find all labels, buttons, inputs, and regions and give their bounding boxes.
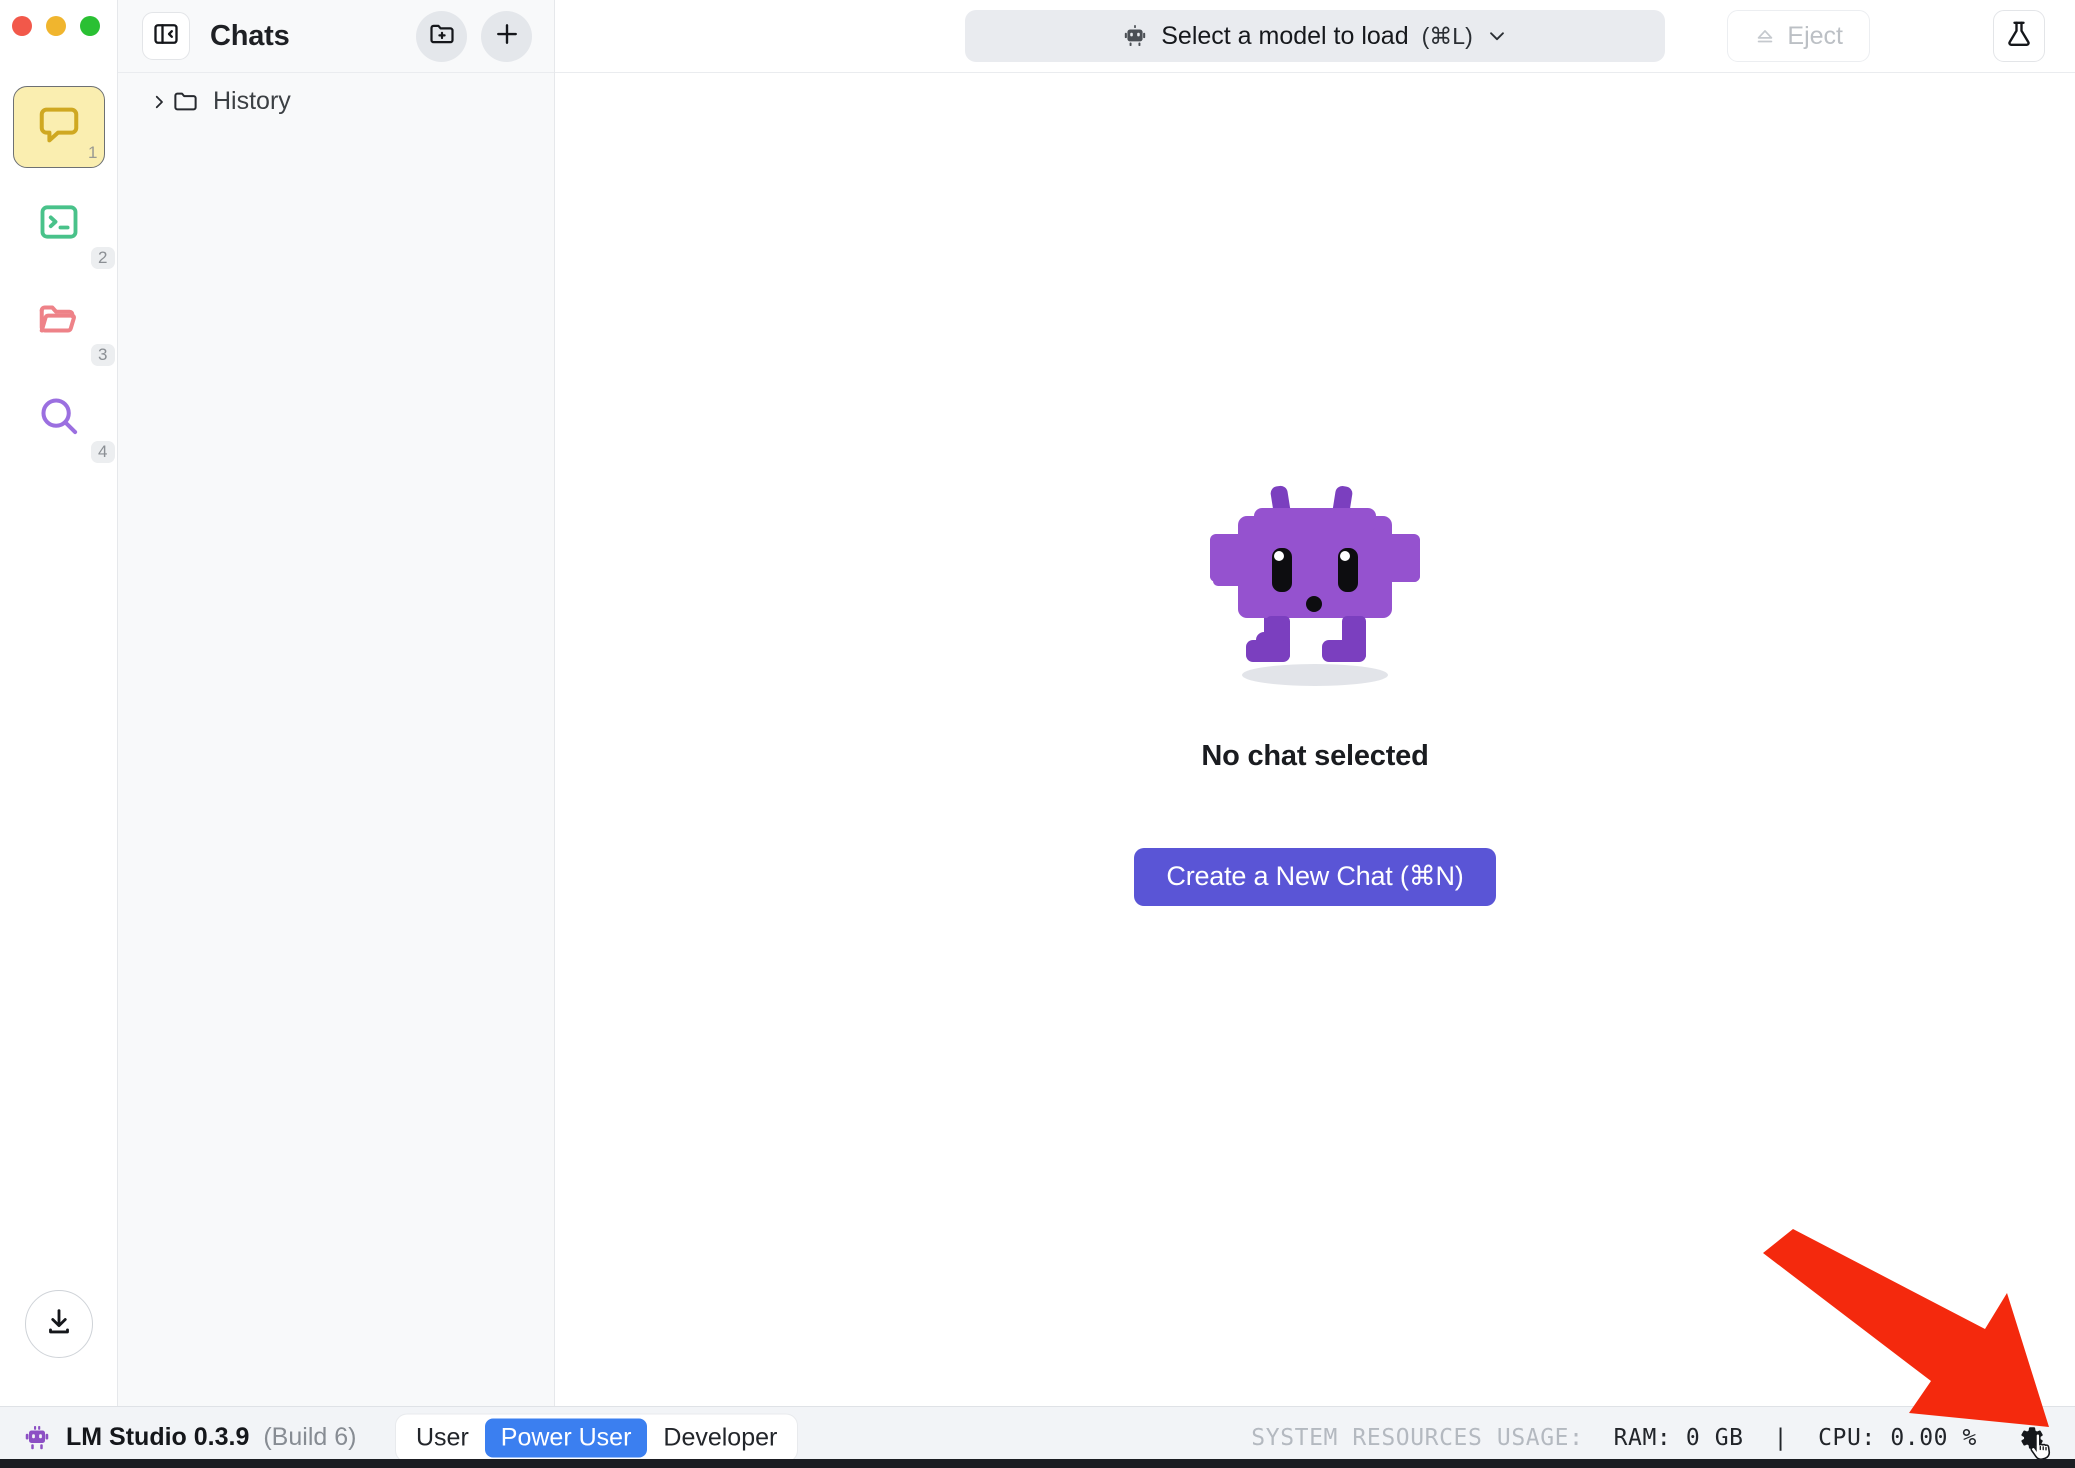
sidebar-item-my-models[interactable]: 3 (13, 280, 115, 366)
rail-badge-developer: 2 (91, 247, 115, 269)
search-icon (36, 393, 82, 444)
mode-segmented-control[interactable]: User Power User Developer (396, 1414, 798, 1461)
mode-option-user[interactable]: User (400, 1418, 485, 1457)
ram-usage-value: RAM: 0 GB (1613, 1424, 1744, 1451)
window-body: 1 2 3 4 Chats History Select a model to … (0, 0, 2075, 1406)
eject-icon (1754, 25, 1776, 47)
rail-badge-chat: 1 (88, 143, 98, 162)
new-folder-button[interactable] (416, 10, 467, 62)
download-icon (42, 1305, 76, 1344)
main-content: Select a model to load (⌘L) Eject No cha… (555, 0, 2075, 1406)
empty-state: No chat selected Create a New Chat (⌘N) (555, 73, 2075, 1406)
chevron-right-icon[interactable] (146, 93, 172, 111)
lm-studio-window: 1 2 3 4 Chats History Select a model to … (0, 0, 2075, 1468)
app-version-label: LM Studio 0.3.9 (66, 1423, 250, 1451)
plus-icon (492, 19, 522, 54)
folder-icon (172, 88, 199, 115)
folder-plus-icon (428, 20, 456, 53)
rail-badge-discover: 4 (91, 441, 115, 463)
list-item-label: History (213, 87, 291, 115)
maximize-button[interactable] (80, 16, 100, 36)
lm-studio-logo (22, 1423, 52, 1453)
rail-badge-my-models: 3 (91, 344, 115, 366)
cpu-usage-value: CPU: 0.00 % (1818, 1424, 1977, 1451)
chat-list-panel: Chats History (118, 0, 555, 1406)
model-selector[interactable]: Select a model to load (⌘L) (965, 10, 1665, 62)
terminal-icon (37, 200, 81, 249)
mode-option-power-user[interactable]: Power User (484, 1418, 648, 1457)
system-resources-label: SYSTEM RESOURCES USAGE: (1251, 1424, 1584, 1451)
robot-icon (1122, 23, 1148, 49)
status-bar-resources: SYSTEM RESOURCES USAGE: RAM: 0 GB | CPU:… (1251, 1415, 2053, 1461)
close-button[interactable] (12, 16, 32, 36)
page-title: Chats (210, 19, 290, 52)
empty-state-title: No chat selected (1201, 739, 1429, 772)
model-selector-shortcut: (⌘L) (1421, 22, 1473, 49)
status-bar-app-info: LM Studio 0.3.9 (Build 6) (22, 1423, 356, 1453)
sidebar-item-discover[interactable]: 4 (13, 377, 115, 463)
mode-option-developer[interactable]: Developer (647, 1418, 793, 1457)
icon-rail: 1 2 3 4 (0, 0, 118, 1406)
lm-studio-robot-mascot (1202, 482, 1428, 686)
sidebar-item-chat[interactable]: 1 (12, 86, 105, 168)
model-selector-label: Select a model to load (1161, 21, 1409, 50)
chat-bubble-icon (36, 102, 82, 153)
sidebar-toggle-icon (152, 20, 180, 53)
downloads-button[interactable] (24, 1290, 93, 1358)
chat-panel-header: Chats (118, 0, 554, 73)
eject-button[interactable]: Eject (1727, 10, 1870, 62)
experiments-button[interactable] (1993, 10, 2045, 62)
chevron-down-icon (1486, 25, 1508, 47)
window-traffic-lights (12, 16, 100, 36)
sidebar-toggle-button[interactable] (142, 12, 190, 60)
minimize-button[interactable] (46, 16, 66, 36)
new-chat-button[interactable] (481, 10, 532, 62)
create-new-chat-button[interactable]: Create a New Chat (⌘N) (1134, 847, 1496, 906)
gear-icon (2013, 1421, 2047, 1455)
sidebar-item-developer[interactable]: 2 (13, 183, 115, 269)
top-bar: Select a model to load (⌘L) Eject (555, 0, 2075, 73)
eject-label: Eject (1787, 21, 1843, 50)
folder-icon (36, 296, 82, 347)
flask-icon (2004, 19, 2034, 54)
settings-button[interactable] (2007, 1415, 2053, 1461)
macos-dock-strip (0, 1459, 2075, 1468)
app-build-label: (Build 6) (263, 1423, 357, 1451)
list-item[interactable]: History (118, 73, 554, 116)
resources-separator: | (1773, 1424, 1789, 1451)
